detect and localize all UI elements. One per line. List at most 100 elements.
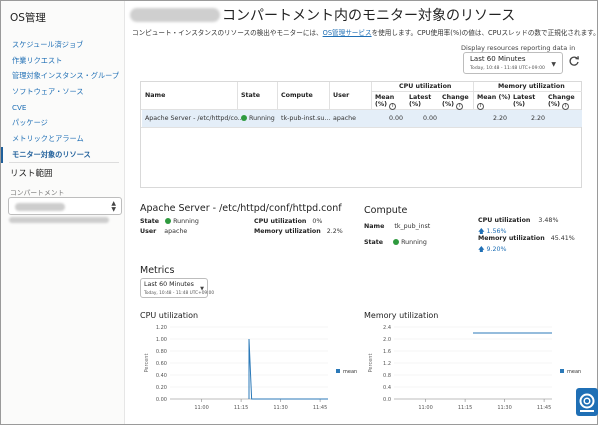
info-icon[interactable]: i bbox=[562, 103, 570, 110]
sidebar-nav: スケジュール済ジョブ 作業リクエスト 管理対象インスタンス・グループ ソフトウェ… bbox=[1, 37, 125, 163]
detail-cpu: CPU utilization 0% bbox=[254, 218, 323, 225]
col-state[interactable]: State bbox=[241, 92, 260, 99]
info-icon[interactable]: i bbox=[456, 103, 464, 110]
time-range-select[interactable]: Last 60 Minutes Today, 10:48 - 11:48 UTC… bbox=[463, 52, 563, 74]
compute-cpu: CPU utilization 3.48% bbox=[478, 217, 559, 224]
arrow-up-icon: 🡅 bbox=[478, 228, 485, 235]
col-name[interactable]: Name bbox=[145, 92, 165, 99]
sidebar-item-managed-instance-groups[interactable]: 管理対象インスタンス・グループ bbox=[1, 68, 125, 84]
detail-memory: Memory utilization 2.2% bbox=[254, 228, 343, 235]
col-user[interactable]: User bbox=[333, 92, 349, 99]
chevron-down-icon: ▼ bbox=[551, 61, 556, 68]
x-tick-label: 11:30 bbox=[497, 405, 511, 411]
compute-title: Compute bbox=[364, 205, 408, 216]
resources-table: Name State Compute User CPU utilization … bbox=[140, 81, 582, 188]
y-tick-label: 0.20 bbox=[156, 385, 167, 391]
y-tick-label: 1.00 bbox=[156, 337, 167, 343]
list-scope-title: リスト範囲 bbox=[10, 169, 53, 179]
row-name[interactable]: Apache Server - /etc/httpd/co... bbox=[145, 115, 244, 122]
sidebar-divider bbox=[9, 162, 119, 163]
os-management-link[interactable]: OS管理サービス bbox=[323, 29, 372, 37]
series-line-mean bbox=[248, 338, 328, 400]
chevron-down-icon: ▼ bbox=[200, 286, 204, 292]
running-status-dot bbox=[165, 218, 172, 224]
page-title: コンパートメント内のモニター対象のリソース bbox=[222, 8, 516, 24]
y-tick-label: 0.80 bbox=[156, 349, 167, 355]
sidebar-item-cve[interactable]: CVE bbox=[1, 100, 125, 116]
legend-swatch bbox=[560, 369, 564, 373]
metrics-title: Metrics bbox=[140, 265, 175, 276]
time-range-sub: Today, 10:48 - 11:48 UTC+09:00 bbox=[470, 66, 545, 71]
y-tick-label: 1.2 bbox=[383, 361, 391, 367]
time-range-value: Last 60 Minutes bbox=[470, 55, 526, 63]
metrics-range-value: Last 60 Minutes bbox=[144, 281, 194, 288]
compute-memory-change: 🡅 9.20% bbox=[478, 246, 507, 253]
y-axis-label: Percent bbox=[144, 354, 150, 373]
sidebar-item-metrics-alarms[interactable]: メトリックとアラーム bbox=[1, 131, 125, 147]
legend-swatch bbox=[336, 369, 340, 373]
row-compute[interactable]: tk-pub-inst.su... bbox=[281, 115, 330, 122]
col-cpu-change[interactable]: Change (%) i bbox=[442, 94, 469, 110]
range-label: Display resources reporting data in bbox=[461, 44, 576, 52]
sidebar: OS管理 スケジュール済ジョブ 作業リクエスト 管理対象インスタンス・グループ … bbox=[1, 1, 125, 424]
compartment-label: コンパートメント bbox=[10, 189, 65, 197]
x-tick-label: 11:45 bbox=[313, 405, 327, 411]
sidebar-item-work-requests[interactable]: 作業リクエスト bbox=[1, 53, 125, 69]
row-mem-mean: 2.20 bbox=[493, 115, 508, 122]
sidebar-item-software-sources[interactable]: ソフトウェア・ソース bbox=[1, 84, 125, 100]
redacted-compartment-path bbox=[9, 217, 109, 223]
sidebar-item-packages[interactable]: パッケージ bbox=[1, 115, 125, 131]
legend-label: mean bbox=[567, 369, 581, 375]
help-button[interactable] bbox=[576, 388, 598, 416]
row-cpu-mean: 0.00 bbox=[389, 115, 404, 122]
legend-label: mean bbox=[343, 369, 357, 375]
col-group-cpu: CPU utilization bbox=[399, 83, 452, 90]
col-mem-change[interactable]: Change (%) i bbox=[548, 94, 575, 110]
row-cpu-latest: 0.00 bbox=[423, 115, 438, 122]
x-tick-label: 11:15 bbox=[234, 405, 248, 411]
detail-user: User apache bbox=[140, 228, 188, 235]
sidebar-title: OS管理 bbox=[10, 12, 46, 24]
x-tick-label: 11:00 bbox=[418, 405, 432, 411]
cpu-chart-title: CPU utilization bbox=[140, 311, 199, 320]
y-tick-label: 0.4 bbox=[383, 385, 391, 391]
y-tick-label: 0.40 bbox=[156, 373, 167, 379]
col-cpu-latest[interactable]: Latest (%) bbox=[409, 94, 431, 108]
info-icon[interactable]: i bbox=[389, 103, 397, 110]
info-icon[interactable]: i bbox=[477, 103, 484, 110]
y-tick-label: 0.60 bbox=[156, 361, 167, 367]
y-tick-label: 2.4 bbox=[383, 325, 391, 331]
page-description: コンピュート・インスタンスのリソースの検出やモニターには、OS管理サービスを使用… bbox=[132, 27, 598, 37]
x-tick-label: 11:45 bbox=[537, 405, 551, 411]
detail-state: State Running bbox=[140, 218, 199, 225]
sidebar-item-scheduled-jobs[interactable]: スケジュール済ジョブ bbox=[1, 37, 125, 53]
col-group-memory: Memory utilization bbox=[498, 83, 565, 90]
col-mem-mean[interactable]: Mean (%) i bbox=[477, 94, 511, 110]
y-tick-label: 0.8 bbox=[383, 373, 391, 379]
description-suffix: を使用します。CPU使用率(%)の値は、CPUスレッドの数で正規化されます。 bbox=[371, 29, 598, 37]
y-tick-label: 0.0 bbox=[383, 397, 391, 403]
row-mem-latest: 2.20 bbox=[531, 115, 546, 122]
row-state: Running bbox=[241, 115, 275, 122]
metrics-range-select[interactable]: Last 60 Minutes Today, 10:48 - 11:48 UTC… bbox=[140, 278, 214, 298]
compartment-select[interactable]: ▲ ▼ bbox=[8, 197, 122, 215]
sidebar-item-monitored-resources[interactable]: モニター対象のリソース bbox=[1, 146, 125, 163]
chevron-updown-icon: ▲ ▼ bbox=[111, 200, 116, 213]
arrow-up-icon: 🡅 bbox=[478, 246, 485, 253]
memory-chart-title: Memory utilization bbox=[364, 311, 439, 320]
running-status-dot bbox=[241, 115, 247, 121]
y-tick-label: 1.6 bbox=[383, 349, 391, 355]
y-tick-label: 1.20 bbox=[156, 325, 167, 331]
cpu-utilization-chart: 0.00 0.20 0.40 0.60 0.80 1.00 1.20 11:00 11:15 11… bbox=[144, 325, 357, 411]
compute-state: State Running bbox=[364, 239, 427, 246]
col-mem-latest[interactable]: Latest (%) bbox=[513, 94, 535, 108]
resource-detail-title: Apache Server - /etc/httpd/conf/httpd.co… bbox=[140, 203, 342, 214]
running-status-dot bbox=[393, 239, 400, 245]
refresh-icon[interactable] bbox=[568, 55, 580, 67]
col-compute[interactable]: Compute bbox=[281, 92, 313, 99]
memory-utilization-chart: 0.0 0.4 0.8 1.2 1.6 2.0 2.4 11:00 11:15 11:30 11:4… bbox=[368, 325, 581, 411]
y-axis-label: Percent bbox=[368, 354, 374, 373]
col-cpu-mean[interactable]: Mean (%) i bbox=[375, 94, 397, 110]
compute-name: Name tk_pub_inst bbox=[364, 223, 431, 230]
lifebuoy-icon bbox=[579, 393, 595, 412]
